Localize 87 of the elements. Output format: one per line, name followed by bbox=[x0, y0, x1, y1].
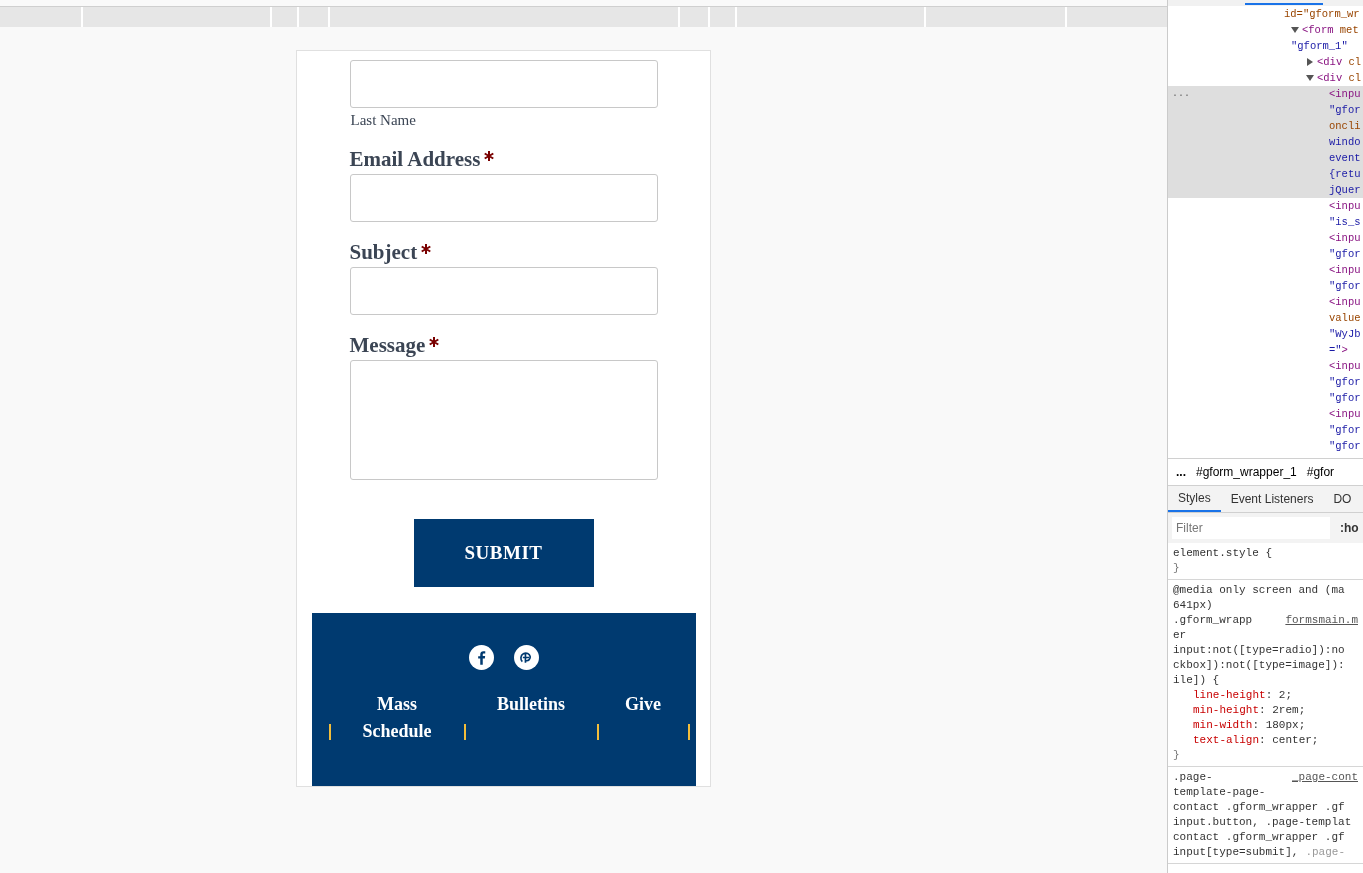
css-declaration[interactable]: min-height: 2rem; bbox=[1173, 703, 1358, 718]
dom-node-line: "gfor bbox=[1329, 247, 1361, 262]
field-label: Subject bbox=[349, 239, 418, 265]
footer-nav-link[interactable]: Bulletins bbox=[465, 691, 597, 745]
dom-node-line: <inpu bbox=[1329, 407, 1361, 422]
dom-node-line: "gfor bbox=[1329, 391, 1361, 406]
css-declaration[interactable]: text-align: center; bbox=[1173, 733, 1358, 748]
dom-node-row[interactable]: <inpu "is_s bbox=[1168, 198, 1363, 230]
dom-node-line: {retu bbox=[1329, 167, 1361, 182]
css-closing-brace: } bbox=[1173, 748, 1181, 763]
css-closing-brace: } bbox=[1173, 561, 1181, 576]
text-field[interactable] bbox=[349, 174, 658, 222]
breadcrumb-item[interactable]: #gfor bbox=[1306, 463, 1335, 481]
source-link[interactable]: _page-cont bbox=[1292, 770, 1358, 785]
css-declaration[interactable]: min-width: 180px; bbox=[1173, 718, 1358, 733]
css-selector-line: input.button, .page-templat bbox=[1173, 815, 1352, 830]
css-selector-line: template-page- bbox=[1173, 785, 1266, 800]
dom-node-line[interactable]: <div cl bbox=[1317, 70, 1362, 86]
dom-node-row[interactable]: <inpu "gfor "gfor bbox=[1168, 406, 1363, 454]
css-selector-line: @media only screen and (ma bbox=[1173, 583, 1345, 598]
dom-node-line[interactable]: <div cl bbox=[1317, 54, 1362, 70]
css-selector-line: .page- bbox=[1305, 845, 1347, 860]
dom-node-row[interactable]: ... <inpu "gfor oncli windo event {retu jQuer bbox=[1168, 86, 1363, 198]
dom-node-line: "is_s bbox=[1329, 215, 1361, 230]
css-selector-line: input[type=submit], bbox=[1173, 845, 1299, 860]
css-selector-line: er bbox=[1173, 628, 1187, 643]
dom-node-line: <inpu bbox=[1329, 231, 1361, 246]
dom-node-line: "gfor bbox=[1329, 375, 1361, 390]
dom-node-line: <inpu bbox=[1329, 199, 1361, 214]
dom-node-line: event bbox=[1329, 151, 1361, 166]
expanded-arrow-icon[interactable] bbox=[1306, 74, 1314, 82]
css-selector-line: element.style { bbox=[1173, 546, 1273, 561]
text-field[interactable] bbox=[349, 267, 658, 315]
devtools-tab[interactable]: Event Listeners bbox=[1220, 486, 1324, 512]
pseudo-state-toggle[interactable]: :ho bbox=[1340, 519, 1359, 537]
footer-nav-link[interactable]: Mass Schedule bbox=[330, 691, 464, 745]
nav-divider bbox=[687, 724, 690, 740]
dom-node-line: windo bbox=[1329, 135, 1361, 150]
css-selector-line: contact .gform_wrapper .gf bbox=[1173, 830, 1345, 845]
dom-node-row[interactable]: <inpu "gfor bbox=[1168, 262, 1363, 294]
dom-node-line[interactable]: <form met bbox=[1302, 22, 1359, 38]
dom-node-row[interactable]: <inpu "gfor "gfor bbox=[1168, 358, 1363, 406]
css-selector-line: contact .gform_wrapper .gf bbox=[1173, 800, 1345, 815]
more-options[interactable]: ... bbox=[1172, 86, 1190, 102]
css-selector-line: ckbox]):not([type=image]): bbox=[1173, 658, 1345, 673]
dom-node-line: "gfor bbox=[1329, 423, 1361, 438]
filter-field[interactable]: Filter bbox=[1172, 517, 1330, 539]
dom-node-line: <inpu bbox=[1329, 295, 1361, 310]
css-selector-line: input:not([type=radio]):no bbox=[1173, 643, 1345, 658]
submit-button[interactable]: SUBMIT bbox=[413, 519, 594, 587]
facebook-icon[interactable] bbox=[468, 645, 494, 670]
dom-node-line: oncli bbox=[1329, 119, 1361, 134]
dom-node-line: "WyJb bbox=[1329, 327, 1361, 342]
expanded-arrow-icon[interactable] bbox=[1291, 26, 1299, 34]
dom-node-line: "gfor bbox=[1329, 439, 1361, 454]
css-selector-line: .page- bbox=[1173, 770, 1213, 785]
nav-divider bbox=[596, 724, 599, 740]
dom-node-line[interactable]: "gform_1" bbox=[1291, 38, 1348, 54]
dom-node-line: "gfor bbox=[1329, 279, 1361, 294]
field-sublabel: Last Name bbox=[350, 111, 417, 129]
dom-node-row[interactable]: <inpu value "WyJb ="> bbox=[1168, 294, 1363, 358]
field-label: Email Address bbox=[349, 146, 481, 172]
dom-node-line[interactable]: id="gform_wr bbox=[1284, 6, 1360, 22]
nav-divider bbox=[463, 724, 466, 740]
dom-node-line: ="> bbox=[1329, 343, 1348, 358]
dom-node-line: <inpu bbox=[1329, 263, 1361, 278]
circle-logo-icon[interactable] bbox=[513, 645, 539, 670]
source-link[interactable]: formsmain.m bbox=[1285, 613, 1358, 628]
collapsed-arrow-icon[interactable] bbox=[1306, 58, 1314, 66]
css-declaration[interactable]: line-height: 2; bbox=[1173, 688, 1358, 703]
dom-node-line: <inpu bbox=[1329, 87, 1361, 102]
css-selector-line: .gform_wrapp bbox=[1173, 613, 1253, 628]
css-selector-line: ile]) { bbox=[1173, 673, 1220, 688]
dom-node-line: value bbox=[1329, 311, 1361, 326]
breadcrumb-item[interactable]: ... bbox=[1176, 463, 1186, 481]
dom-node-line: jQuer bbox=[1329, 183, 1361, 198]
css-selector-line: 641px) bbox=[1173, 598, 1213, 613]
devtools-tab[interactable]: DO bbox=[1323, 486, 1362, 512]
breadcrumb-item[interactable]: #gform_wrapper_1 bbox=[1196, 463, 1297, 481]
text-field[interactable] bbox=[349, 60, 658, 108]
dom-node-line: <inpu bbox=[1329, 359, 1361, 374]
dom-node-line: "gfor bbox=[1329, 103, 1361, 118]
field-label: Message bbox=[349, 332, 426, 358]
dom-node-row[interactable]: <inpu "gfor bbox=[1168, 230, 1363, 262]
footer-nav-link[interactable]: Give bbox=[598, 691, 688, 745]
message-field[interactable] bbox=[349, 360, 658, 480]
nav-divider bbox=[328, 724, 331, 740]
